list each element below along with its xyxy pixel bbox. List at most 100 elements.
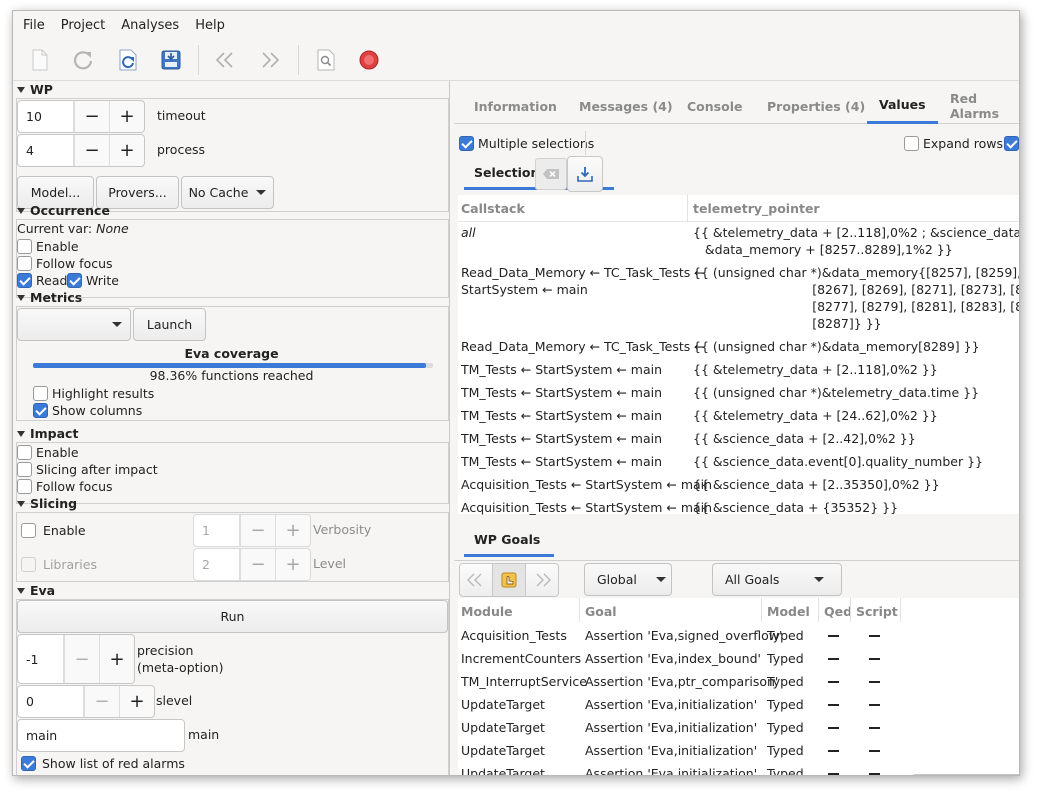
column-header-model[interactable]: Model <box>767 604 810 619</box>
clear-selection-icon[interactable] <box>535 158 567 190</box>
slicing-after-impact-checkbox[interactable]: Slicing after impact <box>17 461 158 478</box>
script-status-icon <box>869 750 880 752</box>
slevel-value[interactable]: 0 <box>18 686 84 717</box>
column-header-qed[interactable]: Qed <box>824 604 852 619</box>
plus-icon[interactable]: + <box>275 515 310 546</box>
show-red-alarms-checkbox[interactable]: Show list of red alarms <box>21 755 185 772</box>
tab-red-alarms[interactable]: Red Alarms <box>950 88 1019 124</box>
metrics-select[interactable] <box>17 308 131 341</box>
minus-icon[interactable]: − <box>74 135 109 166</box>
process-value[interactable]: 4 <box>18 135 74 166</box>
show-columns-checkbox[interactable]: Show columns <box>33 402 142 419</box>
run-button[interactable]: Run <box>17 600 448 633</box>
wp-section-header[interactable]: WP <box>17 82 53 97</box>
minus-icon[interactable]: − <box>240 549 275 580</box>
scrollbar[interactable] <box>913 774 1019 775</box>
tab-properties[interactable]: Properties (4) <box>767 88 865 124</box>
level-stepper[interactable]: 2 − + <box>193 548 311 581</box>
timeout-stepper[interactable]: 10 − + <box>17 100 145 133</box>
occurrence-follow-focus-checkbox[interactable]: Follow focus <box>17 255 113 272</box>
reload-icon[interactable] <box>70 47 96 73</box>
process-stepper[interactable]: 4 − + <box>17 134 145 167</box>
column-header-module[interactable]: Module <box>461 604 513 619</box>
precision-value[interactable]: -1 <box>18 635 64 683</box>
reparse-icon[interactable] <box>115 47 141 73</box>
column-header-callstack[interactable]: Callstack <box>461 201 525 216</box>
callstack-cell: Read_Data_Memory ← TC_Task_Tests ← StartS… <box>461 265 705 297</box>
occurrence-section-header[interactable]: Occurrence <box>17 203 110 218</box>
plus-icon[interactable]: + <box>275 549 310 580</box>
plus-icon[interactable]: + <box>99 635 134 683</box>
main-function-input[interactable]: main <box>17 719 185 752</box>
goals-back-icon[interactable] <box>459 563 493 597</box>
slicing-libraries-checkbox[interactable]: Libraries <box>21 556 97 573</box>
script-status-icon <box>869 681 880 683</box>
scope-select[interactable]: Global <box>584 563 672 596</box>
back-icon[interactable] <box>213 47 239 73</box>
slicing-enable-checkbox[interactable]: Enable <box>21 522 86 539</box>
callstack-cell: TM_Tests ← StartSystem ← main <box>461 454 663 469</box>
menu-project[interactable]: Project <box>61 18 105 33</box>
plus-icon[interactable]: + <box>109 135 144 166</box>
hand-pointer-icon[interactable] <box>492 563 526 597</box>
right-panel: Information Messages (4) Console Propert… <box>454 81 1019 776</box>
chevron-down-icon <box>112 322 122 327</box>
tab-information[interactable]: Information <box>474 88 557 124</box>
multiple-selections-checkbox[interactable]: Multiple selections <box>459 135 594 152</box>
slevel-stepper[interactable]: 0 − + <box>17 685 155 718</box>
expander-icon <box>17 500 25 507</box>
cache-select[interactable]: No Cache <box>181 176 274 209</box>
verbosity-stepper[interactable]: 1 − + <box>193 514 311 547</box>
launch-button[interactable]: Launch <box>133 308 206 341</box>
tab-console[interactable]: Console <box>687 88 742 124</box>
goals-filter-select[interactable]: All Goals <box>712 563 842 596</box>
verbosity-value[interactable]: 1 <box>194 515 240 546</box>
save-icon[interactable] <box>158 47 184 73</box>
new-file-icon[interactable] <box>27 47 53 73</box>
search-icon[interactable] <box>313 47 339 73</box>
occurrence-enable-checkbox[interactable]: Enable <box>17 238 79 255</box>
precision-stepper[interactable]: -1 − + <box>17 634 135 684</box>
plus-icon[interactable]: + <box>109 101 144 132</box>
plus-icon[interactable]: + <box>119 686 154 717</box>
level-value[interactable]: 2 <box>194 549 240 580</box>
occurrence-read-checkbox[interactable]: Read <box>17 272 67 289</box>
highlight-results-checkbox[interactable]: Highlight results <box>33 385 154 402</box>
script-status-icon <box>869 658 880 660</box>
qed-status-icon <box>828 681 839 683</box>
occurrence-write-checkbox[interactable]: Write <box>67 272 119 289</box>
minus-icon[interactable]: − <box>240 515 275 546</box>
slicing-section-header[interactable]: Slicing <box>17 496 77 511</box>
menu-file[interactable]: File <box>23 18 45 33</box>
slevel-label: slevel <box>156 693 193 708</box>
timeout-value[interactable]: 10 <box>18 101 74 132</box>
callstack-cell: TM_Tests ← StartSystem ← main <box>461 385 663 400</box>
column-header-goal[interactable]: Goal <box>585 604 617 619</box>
export-icon[interactable] <box>567 156 603 192</box>
goal-module-cell: UpdateTarget <box>461 766 545 776</box>
goal-goal-cell: Assertion 'Eva,initialization' <box>585 720 758 735</box>
column-header-telemetry-pointer[interactable]: telemetry_pointer <box>693 201 820 216</box>
minus-icon[interactable]: − <box>64 635 99 683</box>
menu-help[interactable]: Help <box>195 18 225 33</box>
impact-enable-checkbox[interactable]: Enable <box>17 444 79 461</box>
stop-icon[interactable] <box>356 47 382 73</box>
checkmark-icon <box>21 756 36 771</box>
tab-messages[interactable]: Messages (4) <box>579 88 673 124</box>
extra-checkbox[interactable] <box>1004 135 1019 152</box>
impact-section-header[interactable]: Impact <box>17 426 78 441</box>
goals-forward-icon[interactable] <box>525 563 559 597</box>
goal-model-cell: Typed <box>767 720 804 735</box>
impact-follow-focus-checkbox[interactable]: Follow focus <box>17 478 113 495</box>
expand-rows-checkbox[interactable]: Expand rows <box>904 135 1003 152</box>
minus-icon[interactable]: − <box>84 686 119 717</box>
forward-icon[interactable] <box>256 47 282 73</box>
minus-icon[interactable]: − <box>74 101 109 132</box>
wp-goals-tab[interactable]: WP Goals <box>464 525 554 557</box>
column-header-script[interactable]: Script <box>856 604 898 619</box>
tab-values[interactable]: Values <box>867 88 938 124</box>
eva-section-header[interactable]: Eva <box>17 583 55 598</box>
metrics-section-header[interactable]: Metrics <box>17 290 82 305</box>
callstack-cell: all <box>461 225 476 240</box>
menu-analyses[interactable]: Analyses <box>121 18 179 33</box>
